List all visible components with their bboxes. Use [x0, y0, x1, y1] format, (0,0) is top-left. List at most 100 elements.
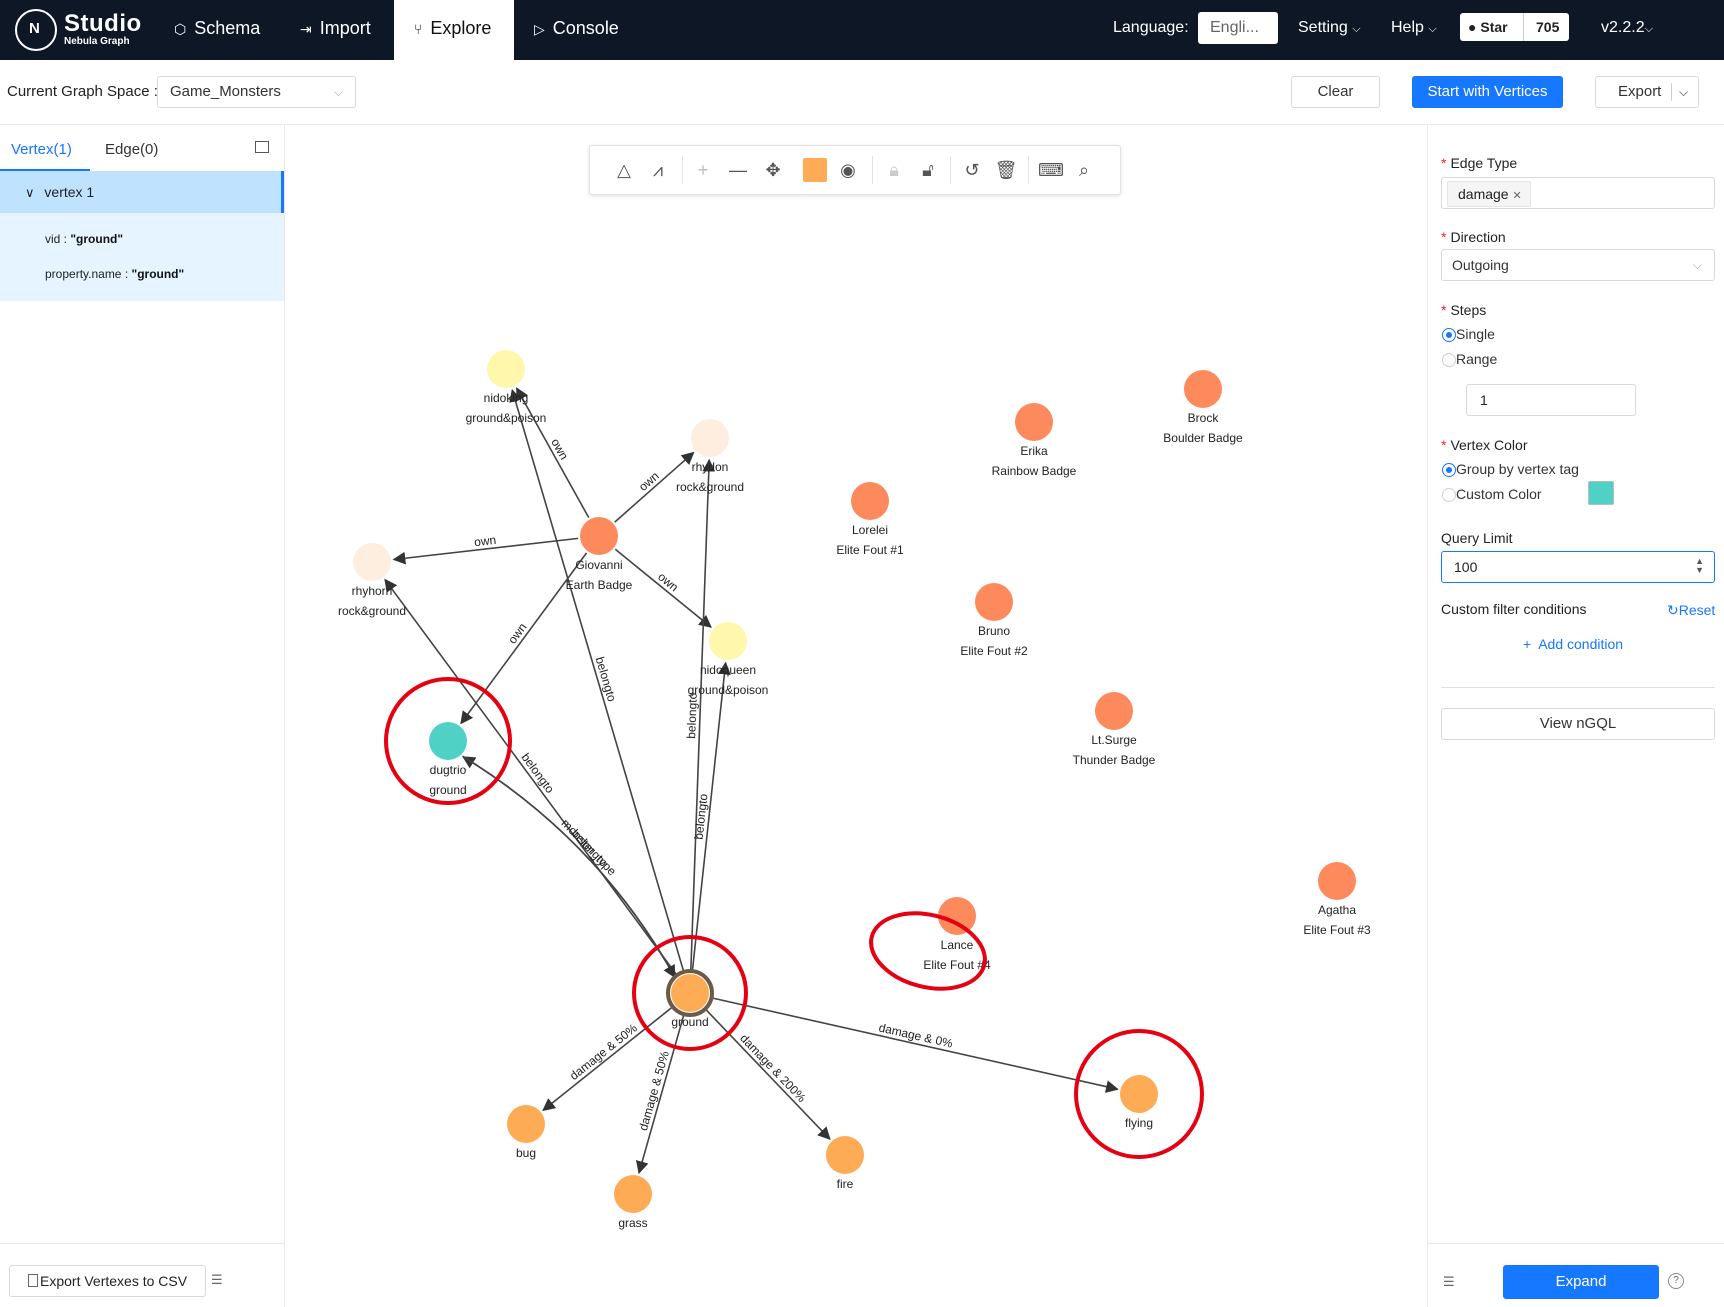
graph-canvas[interactable]: own own own own own belongto belongto belongto b…: [285, 125, 1427, 1307]
direction-select[interactable]: Outgoing ⌵: [1441, 249, 1715, 281]
node-label: ground: [671, 1015, 708, 1029]
custom-color-swatch[interactable]: [1588, 481, 1614, 505]
view-ngql-button[interactable]: View nGQL: [1441, 708, 1715, 740]
graph-node-bruno[interactable]: Bruno Elite Fout #2: [960, 583, 1028, 658]
undo-icon[interactable]: ↺: [960, 158, 984, 182]
edge-label: monster_type: [559, 816, 620, 878]
stepper-icon[interactable]: ▲ ▼: [1695, 557, 1704, 575]
graph-svg[interactable]: own own own own own belongto belongto belongto b…: [285, 125, 1427, 1307]
chevron-down-icon: ⌵: [1692, 258, 1702, 272]
export-button[interactable]: Export ⌵: [1595, 76, 1699, 108]
setting-menu[interactable]: Setting ⌵: [1298, 19, 1361, 37]
import-icon: ⇥: [300, 21, 312, 37]
delete-icon[interactable]: 🗑︎: [994, 158, 1018, 182]
eye-icon[interactable]: ◉: [836, 158, 860, 182]
export-csv-button[interactable]: Export Vertexes to CSV: [9, 1265, 206, 1297]
query-limit-input[interactable]: 100 ▲ ▼: [1441, 551, 1715, 583]
steps-input[interactable]: 1: [1466, 384, 1636, 416]
reset-link[interactable]: ↻Reset: [1667, 602, 1715, 619]
graph-node-nidoqueen[interactable]: nidoqueen ground&poison: [688, 622, 769, 697]
edge-type-tag: damage ✕: [1447, 181, 1531, 207]
graph-space-select[interactable]: Game_Monsters ⌵: [157, 76, 356, 108]
node-label: rhydon: [692, 460, 729, 474]
select-nodes-icon[interactable]: △: [612, 158, 636, 182]
version-menu[interactable]: v2.2.2⌵: [1601, 19, 1653, 37]
nav-console[interactable]: ▷ Console: [518, 0, 635, 60]
expand-button[interactable]: Expand: [1503, 1265, 1659, 1299]
color-picker-icon[interactable]: [803, 158, 827, 182]
zoom-in-icon[interactable]: +: [691, 158, 715, 182]
close-icon[interactable]: ✕: [1512, 190, 1521, 202]
nav-schema[interactable]: ⬡ Schema: [158, 0, 276, 60]
github-star-button[interactable]: ● Star 705: [1460, 13, 1569, 41]
clear-button[interactable]: Clear: [1291, 76, 1380, 108]
node-sublabel: Thunder Badge: [1073, 753, 1156, 767]
graph-node-flying[interactable]: flying: [1120, 1075, 1158, 1130]
edge-label: damage & 50%: [567, 1021, 640, 1083]
graph-node-lorelei[interactable]: Lorelei Elite Fout #1: [836, 482, 904, 557]
node-label: Lt.Surge: [1091, 733, 1137, 747]
node-sublabel: ground&poison: [466, 411, 547, 425]
graph-node-rhyhorn[interactable]: rhyhorn rock&ground: [338, 543, 406, 618]
nav-explore[interactable]: ⑂ Explore: [394, 0, 514, 60]
graph-node-bug[interactable]: bug: [507, 1105, 545, 1160]
node-label: bug: [516, 1146, 536, 1160]
graph-edge[interactable]: [462, 755, 676, 979]
graph-node-lance[interactable]: LanceElite Fout #4: [923, 897, 991, 972]
help-menu[interactable]: Help ⌵: [1391, 19, 1437, 37]
node-sublabel: Earth Badge: [566, 578, 633, 592]
edge-label: belongto: [684, 692, 700, 739]
search-icon[interactable]: ⌕: [1072, 158, 1096, 182]
graph-node-brock[interactable]: Brock Boulder Badge: [1163, 370, 1243, 445]
graph-node-ltsurge[interactable]: Lt.Surge Thunder Badge: [1073, 692, 1156, 767]
color-group-radio[interactable]: Group by vertex tag: [1442, 461, 1579, 477]
graph-node-agatha[interactable]: Agatha Elite Fout #3: [1303, 862, 1371, 937]
graph-node-erika[interactable]: Erika Rainbow Badge: [992, 403, 1077, 478]
graph-node-ground[interactable]: ground: [666, 969, 714, 1029]
steps-range-radio[interactable]: Range: [1442, 351, 1497, 367]
language-select[interactable]: Engli...: [1198, 12, 1278, 44]
start-with-vertices-button[interactable]: Start with Vertices: [1412, 76, 1563, 108]
list-icon[interactable]: ☰: [1443, 1274, 1455, 1290]
direction-label: * Direction: [1441, 229, 1506, 245]
nebula-logo-icon[interactable]: N: [15, 9, 57, 51]
graph-node-rhydon[interactable]: rhydon rock&ground: [676, 419, 744, 494]
graph-node-grass[interactable]: grass: [614, 1175, 652, 1230]
edge-label: own: [636, 469, 662, 494]
question-icon[interactable]: ?: [1668, 1273, 1684, 1289]
query-limit-label: Query Limit: [1441, 530, 1513, 546]
graph-node-nidoking[interactable]: nidoking ground&poison: [466, 350, 547, 425]
fullscreen-icon[interactable]: [255, 141, 269, 153]
graph-edge[interactable]: [703, 1007, 831, 1141]
list-icon[interactable]: ☰: [211, 1272, 223, 1288]
edge-label: belongto: [518, 750, 557, 796]
node-sublabel: rock&ground: [676, 480, 744, 494]
vertex-collapse-header[interactable]: ∨ vertex 1: [0, 171, 284, 213]
edge-label: own: [655, 570, 681, 595]
nav-import[interactable]: ⇥ Import: [284, 0, 387, 60]
app-subtitle: Nebula Graph: [64, 36, 130, 47]
steps-single-radio[interactable]: Single: [1442, 326, 1495, 342]
zoom-out-icon[interactable]: —: [726, 158, 750, 182]
graph-node-fire[interactable]: fire: [826, 1136, 864, 1191]
node-label: Lance: [941, 938, 974, 952]
graph-edge[interactable]: [384, 578, 679, 977]
edge-type-select[interactable]: damage ✕: [1441, 177, 1715, 209]
unlock-icon[interactable]: 🔓︎: [916, 158, 940, 182]
chevron-down-icon: ⌵: [1644, 23, 1653, 35]
lock-icon[interactable]: 🔒︎: [882, 158, 906, 182]
graph-edge[interactable]: [462, 756, 677, 979]
graph-edge[interactable]: [516, 387, 590, 519]
graph-node-dugtrio[interactable]: dugtrio ground: [429, 722, 467, 797]
move-icon[interactable]: ✥: [761, 158, 785, 182]
node-label: Erika: [1020, 444, 1048, 458]
color-custom-radio[interactable]: Custom Color: [1442, 486, 1542, 502]
select-remove-icon[interactable]: ⩘: [646, 158, 670, 182]
tab-vertex[interactable]: Vertex(1): [11, 141, 72, 158]
keyboard-icon[interactable]: ⌨: [1038, 158, 1064, 182]
node-label: Bruno: [978, 624, 1010, 638]
tab-edge[interactable]: Edge(0): [105, 141, 158, 158]
canvas-toolbar: △ ⩘ + — ✥ ◉ 🔒︎ 🔓︎ ↺ 🗑︎ ⌨ ⌕: [589, 145, 1121, 195]
add-condition-link[interactable]: + Add condition: [1523, 636, 1623, 652]
node-label: Giovanni: [575, 558, 622, 572]
